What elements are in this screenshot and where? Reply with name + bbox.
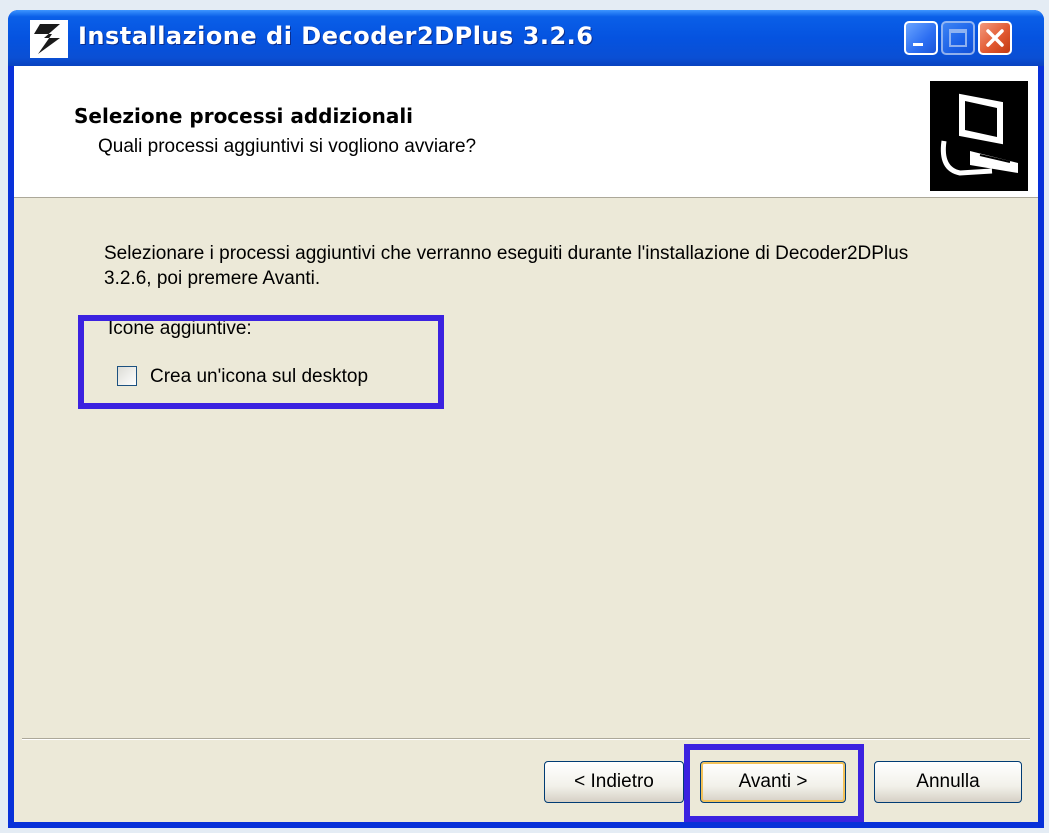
page-subtitle: Quali processi aggiuntivi si vogliono av…	[98, 136, 477, 157]
maximize-icon	[949, 29, 967, 47]
page-description: Selezionare i processi aggiuntivi che ve…	[104, 243, 909, 289]
group-label: Icone aggiuntive:	[108, 318, 252, 339]
minimize-icon	[913, 43, 923, 46]
app-icon	[30, 20, 68, 58]
close-icon	[986, 29, 1004, 47]
desktop-icon-checkbox[interactable]	[117, 366, 137, 386]
installer-window: Installazione di Decoder2DPlus 3.2.6 Sel…	[8, 10, 1044, 828]
maximize-button[interactable]	[941, 21, 975, 55]
close-button[interactable]	[978, 21, 1012, 55]
back-button[interactable]: < Indietro	[544, 761, 684, 803]
page-title: Selezione processi addizionali	[74, 104, 414, 128]
desktop-icon-checkbox-label[interactable]: Crea un'icona sul desktop	[150, 366, 368, 388]
wizard-header: Selezione processi addizionali Quali pro…	[14, 66, 1038, 198]
window-title: Installazione di Decoder2DPlus 3.2.6	[78, 22, 594, 50]
title-bar[interactable]: Installazione di Decoder2DPlus 3.2.6	[8, 10, 1044, 66]
dialog-client-area: Selezione processi addizionali Quali pro…	[14, 66, 1038, 822]
next-button[interactable]: Avanti >	[700, 761, 846, 803]
separator	[22, 738, 1030, 740]
installer-computer-icon	[930, 81, 1028, 191]
cancel-button[interactable]: Annulla	[874, 761, 1022, 803]
minimize-button[interactable]	[904, 21, 938, 55]
